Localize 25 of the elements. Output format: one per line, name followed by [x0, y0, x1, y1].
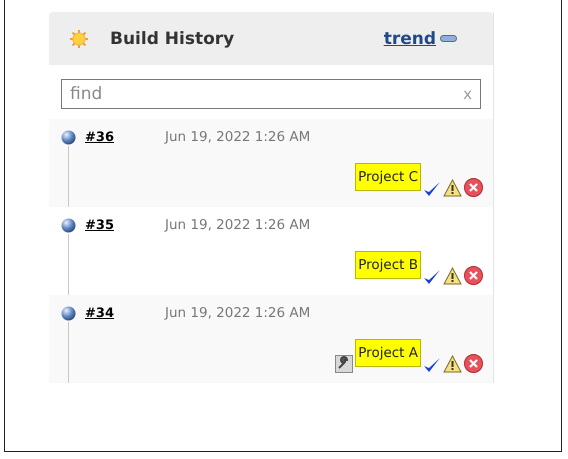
warning-icon	[443, 267, 462, 285]
error-icon	[464, 354, 483, 373]
project-label: Project A	[355, 339, 421, 367]
ball-icon	[61, 306, 76, 321]
collapse-icon[interactable]	[440, 35, 457, 42]
panel-title: Build History	[110, 28, 234, 48]
warning-icon	[443, 355, 462, 373]
build-link[interactable]: #34	[85, 306, 165, 321]
check-icon	[423, 181, 441, 197]
ball-icon	[61, 130, 76, 145]
ball-icon	[61, 218, 76, 233]
build-link[interactable]: #35	[85, 218, 165, 233]
check-icon	[423, 357, 441, 373]
build-link[interactable]: #36	[85, 130, 165, 145]
warning-icon	[443, 179, 462, 197]
build-time: Jun 19, 2022 1:26 AM	[165, 217, 310, 233]
check-icon	[423, 269, 441, 285]
sun-icon	[69, 28, 89, 48]
project-label: Project C	[355, 163, 421, 191]
build-time: Jun 19, 2022 1:26 AM	[165, 305, 310, 321]
error-icon	[464, 266, 483, 285]
build-time: Jun 19, 2022 1:26 AM	[165, 129, 310, 145]
trend-link[interactable]: trend	[384, 28, 436, 48]
error-icon	[464, 178, 483, 197]
project-label: Project B	[355, 251, 421, 279]
